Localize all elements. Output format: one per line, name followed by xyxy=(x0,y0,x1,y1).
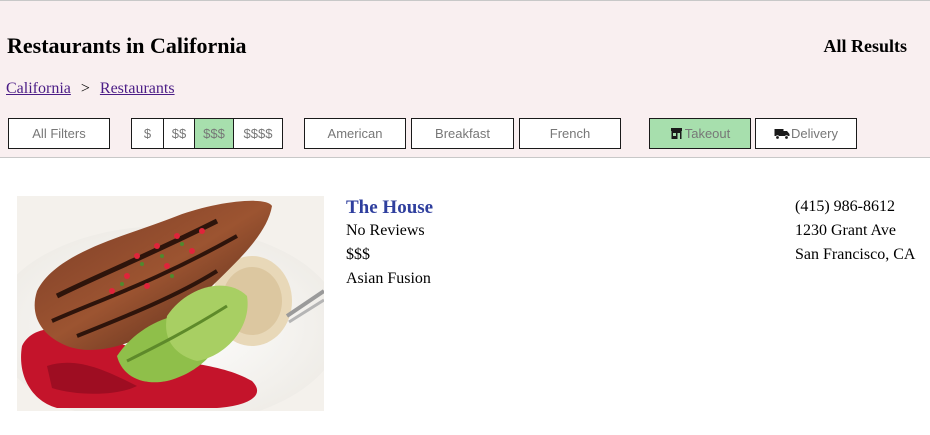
price-option-1[interactable]: $ xyxy=(132,119,164,148)
store-icon xyxy=(670,127,684,141)
breadcrumb: California > Restaurants xyxy=(6,80,175,98)
takeout-label: Takeout xyxy=(684,126,731,141)
breadcrumb-link-california[interactable]: California xyxy=(6,80,71,98)
delivery-filter-button[interactable]: Delivery xyxy=(755,118,857,149)
delivery-label: Delivery xyxy=(791,126,838,141)
all-filters-button[interactable]: All Filters xyxy=(8,118,110,149)
price-filter-group: $ $$ $$$ $$$$ xyxy=(131,118,283,149)
breadcrumb-separator: > xyxy=(80,80,90,97)
phone-number: (415) 986-8612 xyxy=(795,198,895,215)
cuisine-filter-american[interactable]: American xyxy=(304,118,406,149)
cuisine-filter-french[interactable]: French xyxy=(519,118,621,149)
price-option-3[interactable]: $$$ xyxy=(195,119,234,148)
page-header: Restaurants in California All Results Ca… xyxy=(0,0,930,158)
price-level: $$$ xyxy=(346,246,370,263)
takeout-filter-button[interactable]: Takeout xyxy=(649,118,751,149)
breadcrumb-link-restaurants[interactable]: Restaurants xyxy=(100,80,175,98)
address-city: San Francisco, CA xyxy=(795,246,916,263)
page-title: Restaurants in California xyxy=(7,33,247,58)
cuisine-category: Asian Fusion xyxy=(346,270,431,287)
price-option-4[interactable]: $$$$ xyxy=(234,119,282,148)
restaurant-photo[interactable] xyxy=(17,196,324,411)
truck-icon xyxy=(774,127,790,141)
review-count: No Reviews xyxy=(346,222,425,239)
all-results-label: All Results xyxy=(823,36,907,56)
cuisine-filter-breakfast[interactable]: Breakfast xyxy=(411,118,514,149)
price-option-2[interactable]: $$ xyxy=(164,119,195,148)
restaurant-name-link[interactable]: The House xyxy=(346,197,433,219)
address-street: 1230 Grant Ave xyxy=(795,222,897,239)
